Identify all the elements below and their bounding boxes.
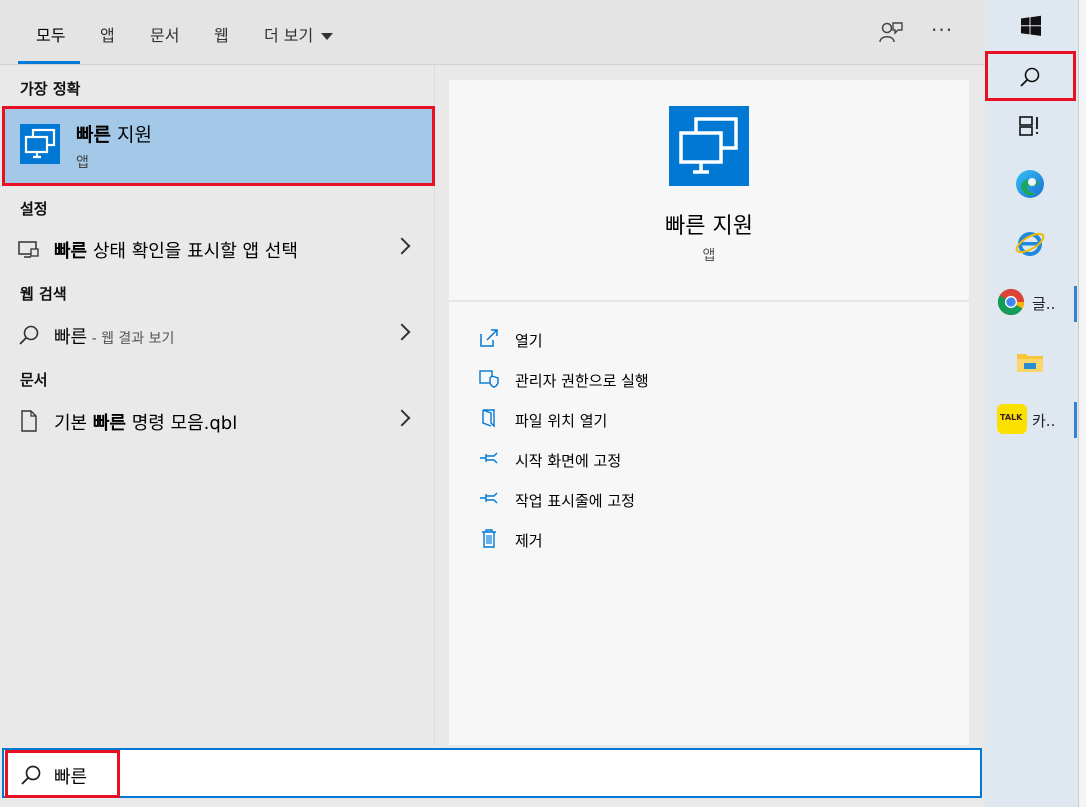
settings-result-rest: 상태 확인을 표시할 앱 선택 <box>87 241 298 262</box>
taskbar-chrome[interactable]: 글.. <box>985 282 1078 326</box>
settings-result-label: 빠른 상태 확인을 표시할 앱 선택 <box>54 237 298 263</box>
chrome-icon <box>997 288 1025 316</box>
edge-icon <box>1016 170 1044 198</box>
taskbar-edge[interactable] <box>985 162 1078 206</box>
action-pin-to-taskbar-label: 작업 표시줄에 고정 <box>515 492 635 510</box>
tab-more-label: 더 보기 <box>264 26 314 45</box>
web-search-term: 빠른 <box>54 327 88 348</box>
settings-result-item[interactable]: 빠른 상태 확인을 표시할 앱 선택 <box>0 228 434 268</box>
folder-icon <box>1017 354 1043 372</box>
best-match-header: 가장 정확 <box>20 80 81 98</box>
taskbar-kakaotalk[interactable]: TALK 카.. <box>985 398 1078 442</box>
search-panel: 모두 앱 문서 웹 더 보기 ··· 가장 정확 빠른 지원 앱 설정 빠른 상… <box>0 0 985 807</box>
taskbar-search-button[interactable] <box>985 55 1078 99</box>
best-match-title: 빠른 지원 <box>76 120 152 147</box>
document-result-bold: 빠른 <box>92 413 126 434</box>
search-icon <box>21 765 41 785</box>
taskbar-file-explorer[interactable] <box>985 342 1078 386</box>
shield-icon <box>479 370 499 388</box>
settings-monitor-icon <box>18 241 39 258</box>
document-result-label: 기본 빠른 명령 모음.qbl <box>54 409 237 435</box>
trash-icon <box>482 529 496 548</box>
document-icon <box>21 410 37 432</box>
action-open-file-location-label: 파일 위치 열기 <box>515 412 608 430</box>
search-query: 빠른 <box>54 767 88 788</box>
search-input[interactable] <box>2 748 982 798</box>
file-location-icon <box>482 409 495 428</box>
taskbar-kakaotalk-label: 카.. <box>1032 412 1056 430</box>
document-result-prefix: 기본 <box>54 413 93 434</box>
best-match-subtitle: 앱 <box>76 155 89 171</box>
action-uninstall-label: 제거 <box>515 532 543 550</box>
more-options-icon[interactable]: ··· <box>931 18 953 42</box>
taskbar-chrome-label: 글.. <box>1032 295 1056 313</box>
documents-header: 문서 <box>20 371 48 389</box>
pin-icon <box>480 452 498 464</box>
task-view-button[interactable] <box>985 105 1078 147</box>
details-pane: 빠른 지원 앱 열기 관리자 권한으로 실행 파일 위치 열기 시작 화면에 고… <box>449 80 969 745</box>
tab-bar: 모두 앱 문서 웹 더 보기 ··· <box>0 0 985 65</box>
quick-assist-icon <box>669 106 749 186</box>
web-search-label: 빠른 - 웹 결과 보기 <box>54 323 174 349</box>
windows-logo-icon <box>1021 15 1041 36</box>
tab-documents[interactable]: 문서 <box>150 22 179 46</box>
window-edge <box>1078 0 1086 807</box>
feedback-icon[interactable] <box>878 20 904 46</box>
start-button[interactable] <box>985 8 1078 48</box>
tab-more[interactable]: 더 보기 <box>264 22 334 46</box>
action-run-as-admin-label: 관리자 권한으로 실행 <box>515 372 649 390</box>
document-result-rest: 명령 모음.qbl <box>125 413 238 434</box>
chevron-right-icon[interactable] <box>393 323 411 341</box>
internet-explorer-icon <box>1015 232 1045 256</box>
tab-apps[interactable]: 앱 <box>100 22 115 46</box>
caret-down-icon <box>321 33 334 40</box>
active-tab-indicator <box>18 61 80 64</box>
best-match-item[interactable]: 빠른 지원 앱 <box>2 106 433 184</box>
settings-result-bold: 빠른 <box>54 241 88 262</box>
kakaotalk-icon: TALK <box>997 404 1027 434</box>
search-icon <box>19 325 39 345</box>
settings-header: 설정 <box>20 200 48 218</box>
best-match-title-rest: 지원 <box>110 124 152 146</box>
web-search-header: 웹 검색 <box>20 285 67 303</box>
chevron-right-icon[interactable] <box>393 237 411 255</box>
pin-icon <box>480 492 498 504</box>
best-match-title-bold: 빠른 <box>76 124 111 146</box>
open-icon <box>480 329 498 347</box>
results-list: 가장 정확 빠른 지원 앱 설정 빠른 상태 확인을 표시할 앱 선택 웹 검색 <box>0 65 435 745</box>
chevron-right-icon[interactable] <box>393 409 411 427</box>
tab-all[interactable]: 모두 <box>36 22 65 46</box>
task-view-icon <box>1019 116 1038 136</box>
kakaotalk-badge-text: TALK <box>1000 413 1023 422</box>
active-app-indicator <box>1074 402 1077 438</box>
document-result-item[interactable]: 기본 빠른 명령 모음.qbl <box>0 400 434 440</box>
search-icon <box>1020 67 1040 87</box>
details-header: 빠른 지원 앱 <box>449 80 969 302</box>
taskbar: 글.. TALK 카.. <box>985 0 1078 807</box>
action-pin-to-start-label: 시작 화면에 고정 <box>515 452 622 470</box>
action-open-label: 열기 <box>515 332 543 350</box>
details-title: 빠른 지원 <box>665 214 753 239</box>
quick-assist-icon <box>20 124 60 164</box>
tab-web[interactable]: 웹 <box>214 22 229 46</box>
web-search-suffix: - 웹 결과 보기 <box>87 331 175 347</box>
active-app-indicator <box>1074 286 1077 322</box>
web-search-item[interactable]: 빠른 - 웹 결과 보기 <box>0 314 434 354</box>
details-subtitle: 앱 <box>702 248 716 264</box>
taskbar-internet-explorer[interactable] <box>985 222 1078 266</box>
